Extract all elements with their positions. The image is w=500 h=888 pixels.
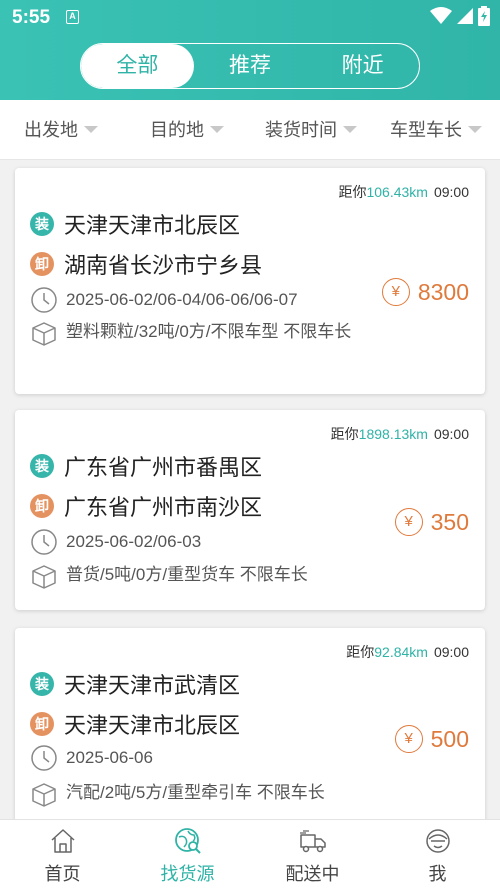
load-badge: 装 <box>30 454 54 478</box>
origin-text: 广东省广州市番禺区 <box>64 455 263 480</box>
filter-origin[interactable]: 出发地 <box>24 100 98 160</box>
signal-icon <box>457 8 473 24</box>
tab-home[interactable]: 首页 <box>0 820 125 888</box>
origin-row: 装广东省广州市番禺区 <box>30 450 262 482</box>
destination-row: 卸广东省广州市南沙区 <box>30 490 262 522</box>
bottom-tab-bar: 首页 找货源 配送中 我 <box>0 819 500 888</box>
unload-badge: 卸 <box>30 712 54 736</box>
destination-row: 卸湖南省长沙市宁乡县 <box>30 248 262 280</box>
price-amount: 500 <box>430 725 469 752</box>
load-time: 09:00 <box>433 644 469 660</box>
origin-row: 装天津天津市武清区 <box>30 668 240 700</box>
distance-value: 106.43km <box>366 184 428 200</box>
home-icon <box>50 829 75 853</box>
cargo-card[interactable]: 距你106.43km 09:00 装天津天津市北辰区 卸湖南省长沙市宁乡县 202… <box>15 168 485 394</box>
app-header: 5:55 A 全部 推荐 附近 <box>0 0 500 100</box>
filter-destination[interactable]: 目的地 <box>150 100 224 160</box>
cargo-card[interactable]: 距你1898.13km 09:00 装广东省广州市番禺区 卸广东省广州市南沙区 2… <box>15 410 485 610</box>
clock-icon <box>31 745 57 771</box>
tab-recommended[interactable]: 推荐 <box>194 44 307 88</box>
load-badge: 装 <box>30 672 54 696</box>
tab-find-goods[interactable]: 找货源 <box>125 820 250 888</box>
tab-nearby[interactable]: 附近 <box>306 44 419 88</box>
wifi-icon <box>430 7 452 24</box>
date-row: 2025-06-02/06-03 <box>30 528 201 556</box>
price: ¥500 <box>394 725 469 753</box>
goods-text: 汽配/2吨/5方/重型牵引车 不限车长 <box>66 783 325 802</box>
origin-text: 天津天津市北辰区 <box>64 213 241 238</box>
yen-icon: ¥ <box>394 508 423 536</box>
clock-icon <box>31 287 57 313</box>
chevron-down-icon <box>468 125 482 133</box>
status-bar: 5:55 A <box>0 0 500 34</box>
load-time: 09:00 <box>433 184 469 200</box>
goods-text: 普货/5吨/0方/重型货车 不限车长 <box>66 565 308 584</box>
package-icon <box>32 783 56 807</box>
filter-bar: 出发地 目的地 装货时间 车型车长 <box>0 100 500 160</box>
price-amount: 8300 <box>417 278 469 305</box>
profile-icon <box>425 829 450 853</box>
price: ¥8300 <box>381 278 469 306</box>
chevron-down-icon <box>84 125 98 133</box>
filter-vehicle[interactable]: 车型车长 <box>390 100 482 160</box>
load-dates: 2025-06-02/06-04/06-06/06-07 <box>66 290 298 309</box>
notification-a-icon: A <box>66 10 79 24</box>
chevron-down-icon <box>210 125 224 133</box>
unload-badge: 卸 <box>30 252 54 276</box>
goods-row: 塑料颗粒/32吨/0方/不限车型 不限车长 <box>30 320 366 348</box>
destination-text: 天津天津市北辰区 <box>64 713 241 738</box>
chevron-down-icon <box>343 125 357 133</box>
destination-text: 湖南省长沙市宁乡县 <box>64 253 263 278</box>
goods-text: 塑料颗粒/32吨/0方/不限车型 不限车长 <box>66 322 352 341</box>
price-amount: 350 <box>430 508 469 535</box>
yen-icon: ¥ <box>394 725 423 753</box>
truck-icon <box>299 830 326 853</box>
tab-home-label: 首页 <box>44 864 81 884</box>
goods-row: 汽配/2吨/5方/重型牵引车 不限车长 <box>30 781 366 809</box>
date-row: 2025-06-06 <box>30 744 153 772</box>
cargo-card[interactable]: 距你92.84km 09:00 装天津天津市武清区 卸天津天津市北辰区 2025-… <box>15 628 485 828</box>
date-row: 2025-06-02/06-04/06-06/06-07 <box>30 286 298 314</box>
origin-row: 装天津天津市北辰区 <box>30 208 240 240</box>
tab-delivering-label: 配送中 <box>285 864 340 884</box>
load-dates: 2025-06-02/06-03 <box>66 532 202 551</box>
source-filter-tabs: 全部 推荐 附近 <box>80 43 420 89</box>
distance-info: 距你1898.13km 09:00 <box>330 426 469 442</box>
system-icons <box>430 6 490 26</box>
goods-row: 普货/5吨/0方/重型货车 不限车长 <box>30 563 366 591</box>
destination-row: 卸天津天津市北辰区 <box>30 708 240 740</box>
status-time: 5:55 <box>12 7 51 28</box>
find-goods-icon <box>174 828 201 854</box>
tab-me[interactable]: 我 <box>375 820 500 888</box>
load-badge: 装 <box>30 212 54 236</box>
load-dates: 2025-06-06 <box>66 748 153 767</box>
unload-badge: 卸 <box>30 494 54 518</box>
package-icon <box>32 322 56 346</box>
clock-icon <box>31 529 57 555</box>
distance-value: 1898.13km <box>358 426 428 442</box>
destination-text: 广东省广州市南沙区 <box>64 495 263 520</box>
distance-info: 距你106.43km 09:00 <box>338 184 469 200</box>
distance-info: 距你92.84km 09:00 <box>346 644 469 660</box>
filter-loading-time[interactable]: 装货时间 <box>265 100 357 160</box>
yen-icon: ¥ <box>381 278 410 306</box>
origin-text: 天津天津市武清区 <box>64 673 241 698</box>
load-time: 09:00 <box>433 426 469 442</box>
price: ¥350 <box>394 508 469 536</box>
tab-delivering[interactable]: 配送中 <box>250 820 375 888</box>
package-icon <box>32 565 56 589</box>
battery-icon <box>478 6 490 26</box>
tab-find-goods-label: 找货源 <box>160 864 215 884</box>
distance-value: 92.84km <box>374 644 428 660</box>
tab-all[interactable]: 全部 <box>81 44 194 88</box>
tab-me-label: 我 <box>428 864 447 884</box>
